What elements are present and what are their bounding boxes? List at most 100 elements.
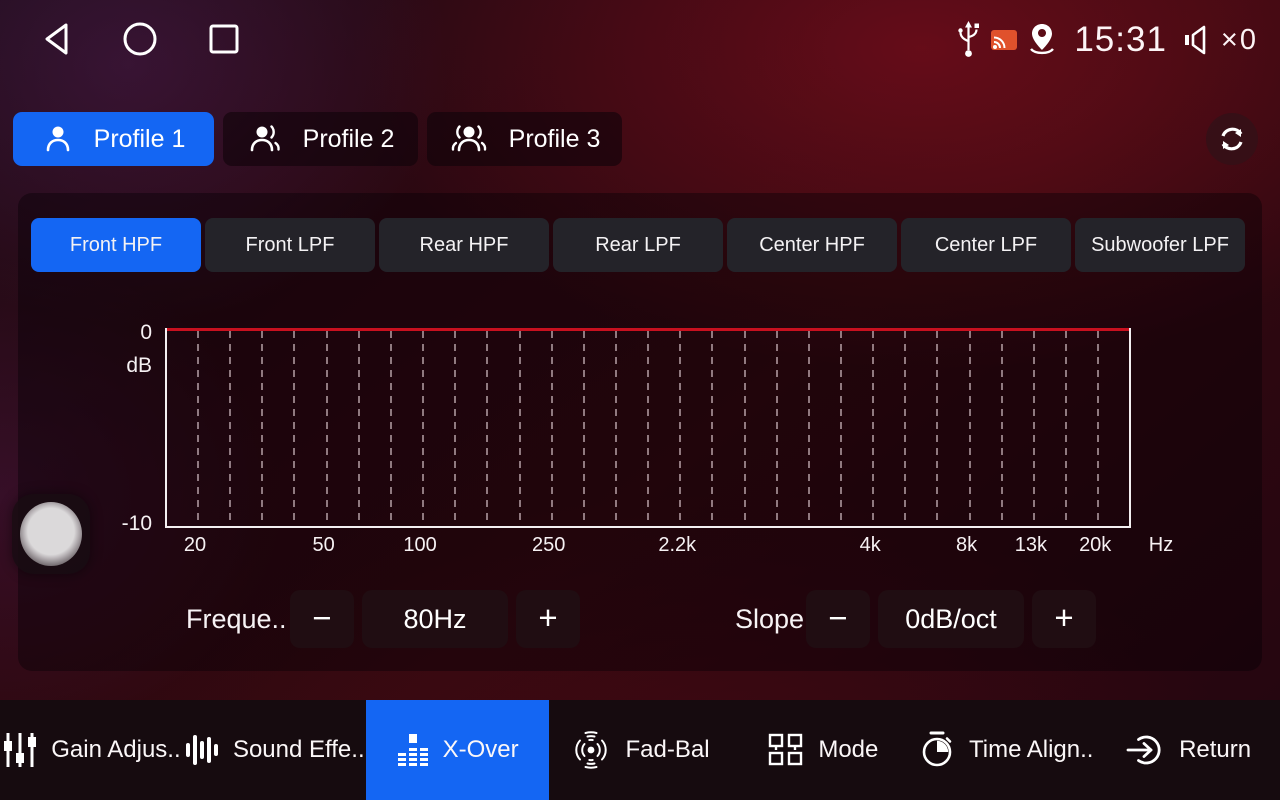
grid-line <box>197 331 199 526</box>
tab-label: Front LPF <box>246 234 335 257</box>
profile-tab-1[interactable]: Profile 1 <box>13 112 214 166</box>
android-nav-bar <box>38 20 242 58</box>
tab-label: Center HPF <box>759 234 865 257</box>
knob-ball-icon <box>20 502 82 566</box>
grid-line <box>647 331 649 526</box>
grid-line <box>711 331 713 526</box>
tab-subwoofer-lpf[interactable]: Subwoofer LPF <box>1075 218 1245 272</box>
grid-line <box>1001 331 1003 526</box>
tab-label: Center LPF <box>935 234 1037 257</box>
x-axis-tick-label: 50 <box>312 534 334 557</box>
x-axis-tick-label: 100 <box>403 534 436 557</box>
minus-icon: − <box>312 599 331 637</box>
grid-line <box>551 331 553 526</box>
refresh-button[interactable] <box>1206 113 1258 165</box>
frequency-label: Freque.. <box>186 604 282 635</box>
nav-mode[interactable]: Mode <box>731 700 914 800</box>
tab-label: Subwoofer LPF <box>1091 234 1229 257</box>
cast-icon <box>990 28 1018 52</box>
nav-label: Time Align.. <box>969 736 1094 764</box>
profile-label: Profile 3 <box>509 124 601 154</box>
slope-control: Slope − 0dB/oct + <box>735 590 1096 648</box>
sound-wave-icon <box>184 731 220 769</box>
nav-return[interactable]: Return <box>1097 700 1280 800</box>
x-axis-tick-label: 250 <box>532 534 565 557</box>
grid-line <box>293 331 295 526</box>
frequency-plus-button[interactable]: + <box>516 590 580 648</box>
slope-label: Slope <box>735 604 798 635</box>
grid-line <box>776 331 778 526</box>
status-indicators: 15:31 ×0 <box>956 14 1258 66</box>
nav-label: Fad-Bal <box>625 736 709 764</box>
frequency-minus-button[interactable]: − <box>290 590 354 648</box>
location-icon <box>1027 22 1057 58</box>
tab-front-hpf[interactable]: Front HPF <box>31 218 201 272</box>
filter-tabs: Front HPF Front LPF Rear HPF Rear LPF Ce… <box>31 218 1245 272</box>
stopwatch-icon <box>918 730 956 770</box>
xover-plot <box>165 328 1131 528</box>
tab-center-lpf[interactable]: Center LPF <box>901 218 1071 272</box>
recents-icon[interactable] <box>206 20 242 58</box>
nav-gain-adjust[interactable]: Gain Adjus.. <box>0 700 183 800</box>
grid-line <box>326 331 328 526</box>
grid-line <box>261 331 263 526</box>
nav-fad-bal[interactable]: Fad-Bal <box>549 700 732 800</box>
frequency-value: 80Hz <box>362 590 508 648</box>
nav-label: X-Over <box>443 736 519 764</box>
tab-rear-lpf[interactable]: Rear LPF <box>553 218 723 272</box>
volume-muted-icon <box>1182 23 1212 57</box>
grid-line <box>840 331 842 526</box>
return-arrow-icon <box>1126 731 1166 769</box>
grid-line <box>358 331 360 526</box>
nav-label: Sound Effe.. <box>233 736 365 764</box>
profile-row: Profile 1 Profile 2 <box>13 112 1267 166</box>
floating-knob-button[interactable] <box>12 494 90 574</box>
x-axis-ticks: Hz 20501002502.2k4k8k13k20k <box>165 530 1245 562</box>
slope-value: 0dB/oct <box>878 590 1024 648</box>
tab-center-hpf[interactable]: Center HPF <box>727 218 897 272</box>
equalizer-icon <box>396 731 430 769</box>
x-axis-tick-label: 13k <box>1015 534 1047 557</box>
grid-line <box>872 331 874 526</box>
person-sound-icon <box>247 123 283 155</box>
tab-rear-hpf[interactable]: Rear HPF <box>379 218 549 272</box>
nav-sound-effect[interactable]: Sound Effe.. <box>183 700 366 800</box>
usb-icon <box>956 19 981 61</box>
volume-level: ×0 <box>1221 24 1258 57</box>
tab-front-lpf[interactable]: Front LPF <box>205 218 375 272</box>
slope-plus-button[interactable]: + <box>1032 590 1096 648</box>
x-axis-unit-label: Hz <box>1149 534 1173 557</box>
grid-line <box>936 331 938 526</box>
grid-line <box>969 331 971 526</box>
slope-minus-button[interactable]: − <box>806 590 870 648</box>
x-axis-tick-label: 20 <box>184 534 206 557</box>
back-icon[interactable] <box>38 20 74 58</box>
home-icon[interactable] <box>122 20 158 58</box>
grid-line <box>422 331 424 526</box>
profile-tab-2[interactable]: Profile 2 <box>223 112 418 166</box>
tab-label: Front HPF <box>70 234 162 257</box>
nav-label: Return <box>1179 736 1251 764</box>
grid-line <box>808 331 810 526</box>
x-axis-tick-label: 8k <box>956 534 977 557</box>
xover-panel: Front HPF Front LPF Rear HPF Rear LPF Ce… <box>18 193 1262 671</box>
grid-line <box>454 331 456 526</box>
mode-grid-icon <box>767 731 805 769</box>
frequency-control: Freque.. − 80Hz + <box>186 590 580 648</box>
nav-time-align[interactable]: Time Align.. <box>914 700 1097 800</box>
minus-icon: − <box>828 599 847 637</box>
profile-label: Profile 2 <box>303 124 395 154</box>
plus-icon: + <box>538 599 557 637</box>
grid-line <box>583 331 585 526</box>
gain-sliders-icon <box>2 731 38 769</box>
x-axis-tick-label: 20k <box>1079 534 1111 557</box>
profile-label: Profile 1 <box>94 124 186 154</box>
person-icon <box>42 123 74 155</box>
tab-label: Rear HPF <box>420 234 509 257</box>
grid-line <box>1033 331 1035 526</box>
nav-label: Gain Adjus.. <box>51 736 180 764</box>
profile-tab-3[interactable]: Profile 3 <box>427 112 622 166</box>
y-axis-unit-label: dB <box>28 354 152 378</box>
grid-line <box>390 331 392 526</box>
nav-xover[interactable]: X-Over <box>366 700 549 800</box>
